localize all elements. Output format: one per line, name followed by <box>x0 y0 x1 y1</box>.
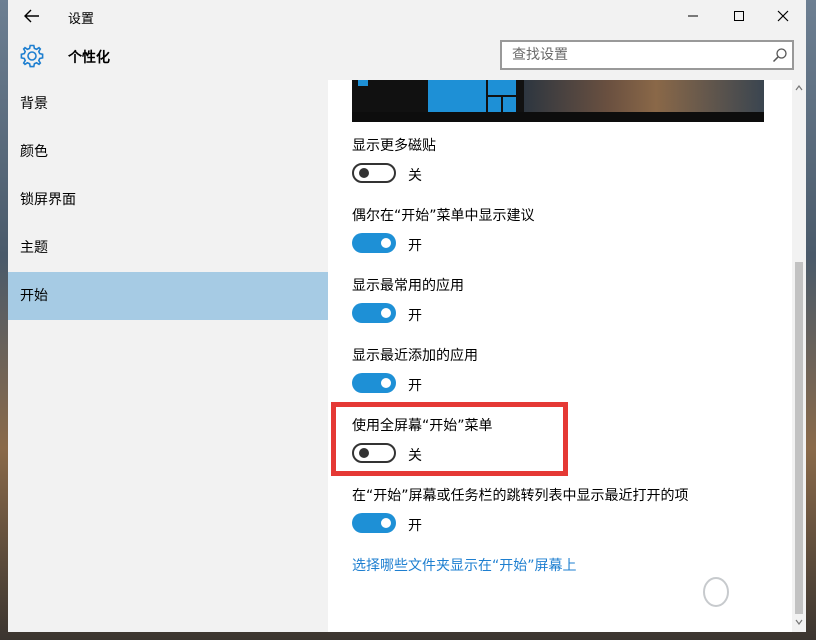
close-icon <box>777 10 789 22</box>
choose-folders-link[interactable]: 选择哪些文件夹显示在“开始”屏幕上 <box>352 555 577 575</box>
close-button[interactable] <box>760 0 806 32</box>
search-box[interactable] <box>500 40 794 70</box>
toggle-knob <box>381 518 391 528</box>
settings-window: 设置 个性化 背景 <box>8 0 806 632</box>
toggle-knob <box>359 168 369 178</box>
baidu-watermark <box>620 566 790 626</box>
search-icon[interactable] <box>772 47 788 63</box>
sidebar-item-start[interactable]: 开始 <box>8 272 328 320</box>
toggle-state-text: 开 <box>408 518 422 534</box>
sidebar: 背景 颜色 锁屏界面 主题 开始 <box>8 80 328 632</box>
preview-tile <box>428 80 486 112</box>
content-pane: 显示更多磁贴 关 偶尔在“开始”菜单中显示建议 开 显示最常用的应用 开 显示最… <box>328 80 792 632</box>
toggle-more-tiles[interactable] <box>352 163 396 183</box>
preview-tile <box>503 97 516 112</box>
setting-label-full-screen-start: 使用全屏幕“开始”菜单 <box>352 418 493 434</box>
toggle-state-text: 关 <box>408 448 422 464</box>
toggle-state-text: 开 <box>408 378 422 394</box>
maximize-icon <box>734 11 744 21</box>
preview-taskbar <box>352 112 764 122</box>
preview-tile <box>358 80 368 86</box>
chevron-down-icon <box>795 619 803 625</box>
toggle-jump-lists[interactable] <box>352 513 396 533</box>
preview-wallpaper <box>524 80 764 112</box>
setting-label-jump-lists: 在“开始”屏幕或任务栏的跳转列表中显示最近打开的项 <box>352 488 689 504</box>
header: 个性化 <box>8 32 806 80</box>
preview-tile <box>488 80 516 95</box>
baidu-logo-icon <box>703 577 729 607</box>
scrollbar[interactable] <box>792 80 806 632</box>
preview-tiles <box>428 80 520 112</box>
sidebar-item-themes[interactable]: 主题 <box>8 224 328 272</box>
maximize-button[interactable] <box>716 0 762 32</box>
toggle-recently-added[interactable] <box>352 373 396 393</box>
setting-label-recently-added: 显示最近添加的应用 <box>352 348 478 364</box>
toggle-full-screen-start[interactable] <box>352 443 396 463</box>
sidebar-item-colors[interactable]: 颜色 <box>8 128 328 176</box>
scroll-down-button[interactable] <box>792 614 806 630</box>
toggle-knob <box>381 238 391 248</box>
chevron-up-icon <box>795 85 803 91</box>
sidebar-item-label: 开始 <box>20 288 48 304</box>
setting-label-most-used: 显示最常用的应用 <box>352 278 464 294</box>
gear-icon <box>20 44 44 68</box>
toggle-most-used[interactable] <box>352 303 396 323</box>
toggle-suggestions[interactable] <box>352 233 396 253</box>
toggle-state-text: 开 <box>408 308 422 324</box>
search-input[interactable] <box>502 42 772 68</box>
sidebar-item-lock-screen[interactable]: 锁屏界面 <box>8 176 328 224</box>
setting-label-suggestions: 偶尔在“开始”菜单中显示建议 <box>352 208 535 224</box>
title-bar: 设置 <box>8 0 806 32</box>
back-button[interactable] <box>18 4 46 28</box>
start-preview-image <box>352 80 764 122</box>
toggle-knob <box>359 448 369 458</box>
scroll-thumb[interactable] <box>795 262 803 614</box>
back-arrow-icon <box>24 9 39 23</box>
sidebar-item-label: 背景 <box>20 96 48 112</box>
sidebar-item-label: 锁屏界面 <box>20 192 76 208</box>
minimize-icon <box>688 15 698 17</box>
toggle-state-text: 关 <box>408 168 422 184</box>
toggle-knob <box>381 308 391 318</box>
setting-label-more-tiles: 显示更多磁贴 <box>352 138 436 154</box>
window-title: 设置 <box>68 12 95 27</box>
toggle-knob <box>381 378 391 388</box>
scroll-up-button[interactable] <box>792 80 806 96</box>
sidebar-item-background[interactable]: 背景 <box>8 80 328 128</box>
toggle-state-text: 开 <box>408 238 422 254</box>
sidebar-item-label: 主题 <box>20 240 48 256</box>
page-title: 个性化 <box>68 50 110 66</box>
preview-tile <box>488 97 501 112</box>
sidebar-item-label: 颜色 <box>20 144 48 160</box>
minimize-button[interactable] <box>670 0 716 32</box>
